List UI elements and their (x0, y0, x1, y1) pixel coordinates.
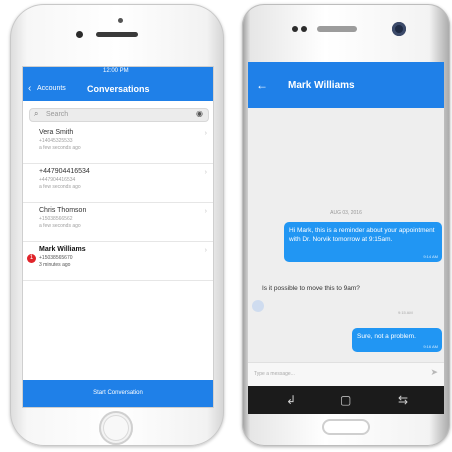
home-key-icon[interactable]: ▢ (340, 393, 351, 407)
message-time: 9:14 AM (423, 254, 438, 259)
sensor-dot (292, 26, 298, 32)
conversation-time: a few seconds ago (39, 145, 81, 151)
chat-header: ← Mark Williams (248, 62, 444, 108)
search-input[interactable]: ⌕ Search ◉ (29, 108, 209, 122)
contact-name: Mark Williams (39, 246, 86, 253)
unread-badge: 1 (27, 254, 36, 263)
status-time: 12:00 PM (103, 68, 129, 74)
avatar (252, 300, 264, 312)
send-icon[interactable]: ➤ (430, 367, 438, 378)
home-button[interactable] (99, 411, 133, 445)
back-accounts-button[interactable]: Accounts (37, 85, 66, 92)
contact-name: Chris Thomson (39, 207, 87, 214)
front-camera (392, 22, 406, 36)
recents-key-icon[interactable]: ⇆ (398, 393, 408, 407)
date-divider: AUG 03, 2016 (330, 210, 362, 216)
chevron-right-icon: › (204, 208, 207, 215)
contact-phone: +15038566562 (39, 216, 73, 222)
chat-title: Mark Williams (288, 80, 355, 91)
android-screen: ← Mark Williams AUG 03, 2016 Hi Mark, th… (248, 62, 444, 386)
android-device: ← Mark Williams AUG 03, 2016 Hi Mark, th… (242, 4, 450, 446)
conversation-time: 3 minutes ago (39, 262, 71, 268)
conversation-item-active[interactable]: 1 Mark Williams +15038565670 3 minutes a… (23, 242, 213, 281)
front-camera (76, 31, 83, 38)
earpiece-speaker (317, 26, 357, 32)
message-text: Hi Mark, this is a reminder about your a… (289, 227, 435, 243)
contact-name: +447904416534 (39, 168, 90, 175)
chevron-right-icon: › (204, 130, 207, 137)
message-time: 9:16 AM (423, 344, 438, 349)
page-title: Conversations (87, 84, 150, 94)
search-placeholder: Search (46, 111, 69, 118)
chevron-left-icon[interactable]: ‹ (28, 83, 31, 94)
search-icon: ⌕ (34, 109, 39, 118)
message-time: 9:15 AM (398, 310, 413, 315)
chevron-right-icon: › (204, 247, 207, 254)
conversation-item[interactable]: Chris Thomson +15038566562 a few seconds… (23, 203, 213, 242)
back-key-icon[interactable]: ↲ (286, 393, 296, 407)
android-navigation-bar: ↲ ▢ ⇆ (248, 386, 444, 414)
conversation-item[interactable]: +447904416534 +447904416534 a few second… (23, 164, 213, 203)
contact-phone: +14045325533 (39, 138, 73, 144)
message-text-incoming: Is it possible to move this to 9am? (262, 285, 360, 292)
eye-icon[interactable]: ◉ (196, 109, 203, 118)
earpiece-speaker (96, 32, 138, 37)
message-text: Sure, not a problem. (357, 333, 416, 340)
message-bubble-outgoing: Hi Mark, this is a reminder about your a… (284, 222, 442, 262)
iphone-screen: 12:00 PM ‹ Accounts Conversations ⌕ Sear… (22, 66, 214, 408)
home-button[interactable] (322, 419, 370, 435)
navigation-bar: ‹ Accounts Conversations (23, 77, 213, 101)
status-bar: 12:00 PM (23, 67, 213, 77)
proximity-sensor (118, 18, 123, 23)
arrow-left-icon[interactable]: ← (256, 78, 268, 92)
start-conversation-button[interactable]: Start Conversation (23, 380, 213, 407)
sensor-dot (301, 26, 307, 32)
conversation-time: a few seconds ago (39, 223, 81, 229)
message-bubble-outgoing: Sure, not a problem. 9:16 AM (352, 328, 442, 352)
contact-phone: +15038565670 (39, 255, 73, 261)
conversation-item[interactable]: Vera Smith +14045325533 a few seconds ag… (23, 125, 213, 164)
message-input[interactable]: Type a message... ➤ (248, 362, 444, 386)
contact-phone: +447904416534 (39, 177, 76, 183)
contact-name: Vera Smith (39, 129, 74, 136)
chevron-right-icon: › (204, 169, 207, 176)
iphone-device: 12:00 PM ‹ Accounts Conversations ⌕ Sear… (10, 4, 224, 446)
message-input-placeholder: Type a message... (254, 371, 295, 377)
conversation-time: a few seconds ago (39, 184, 81, 190)
